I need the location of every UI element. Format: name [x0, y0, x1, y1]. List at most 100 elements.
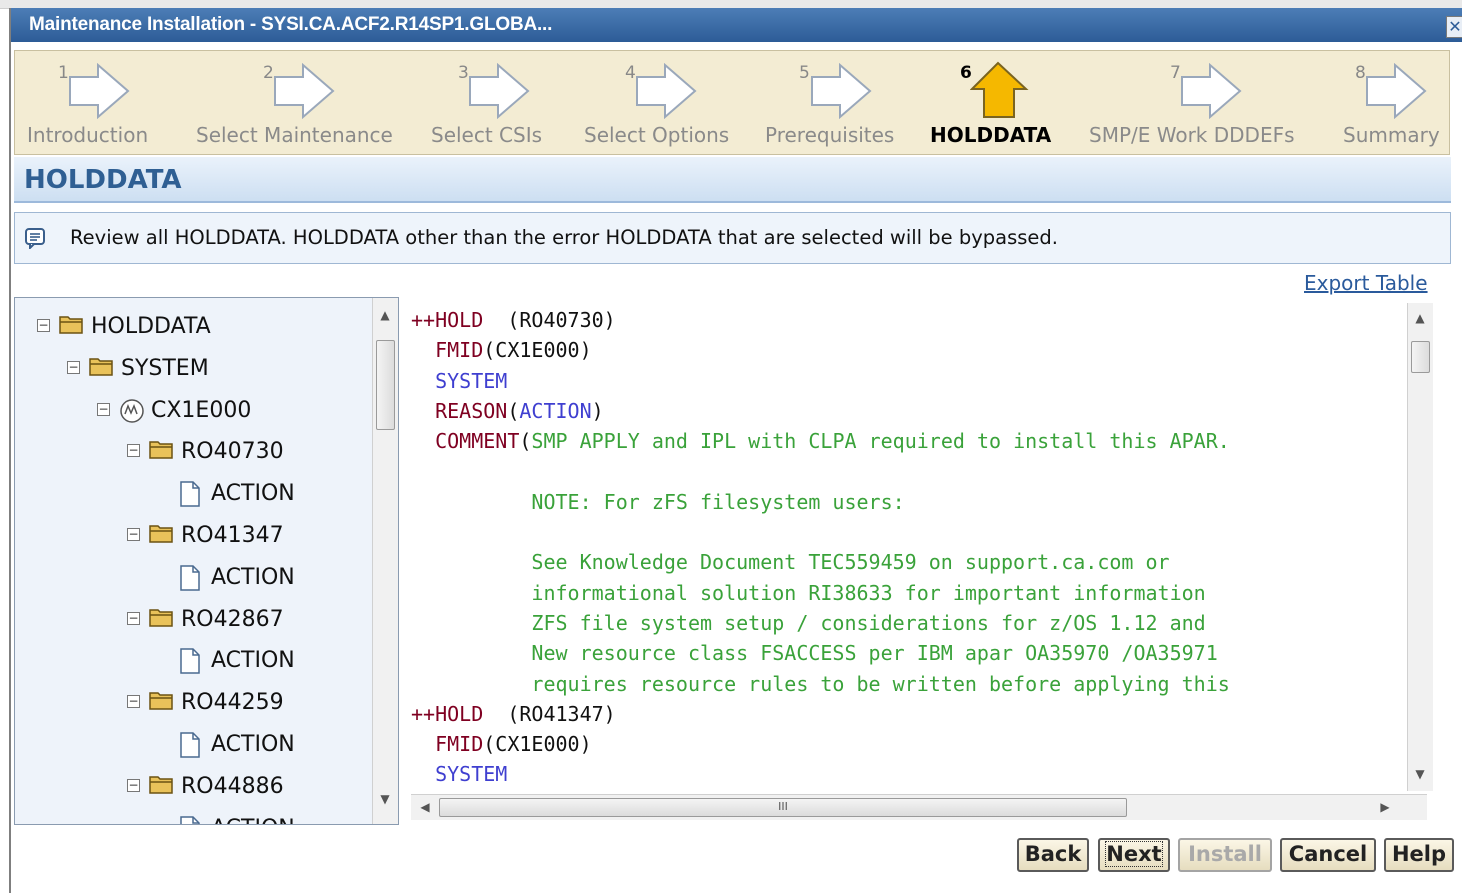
holddata-line: requires resource rules to be written be… — [411, 671, 1230, 696]
back-button[interactable]: Back — [1017, 838, 1089, 872]
holddata-line: See Knowledge Document TEC559459 on supp… — [411, 550, 1170, 575]
holddata-line: informational solution RI38633 for impor… — [411, 580, 1206, 605]
tree-node-label: SYSTEM — [121, 355, 209, 381]
holddata-line: ++HOLD (RO40730) — [411, 308, 616, 332]
scroll-thumb[interactable]: III — [439, 798, 1127, 817]
wizard-steps: 1 Introduction 2 Select Maintenance 3 Se… — [14, 50, 1450, 155]
collapse-toggle-icon[interactable]: − — [97, 402, 110, 416]
cancel-button-label: Cancel — [1288, 842, 1368, 866]
cancel-button[interactable]: Cancel — [1280, 838, 1376, 872]
step-label: Select CSIs — [431, 123, 543, 147]
holddata-line: FMID(CX1E000) — [411, 338, 592, 363]
collapse-toggle-icon[interactable]: − — [127, 528, 140, 541]
step-label: Select Maintenance — [196, 123, 393, 147]
step-label: Prerequisites — [765, 123, 895, 147]
scroll-right-icon[interactable]: ▶ — [1375, 796, 1395, 818]
collapse-toggle-icon[interactable]: − — [127, 778, 140, 792]
holddata-line: SYSTEM — [411, 762, 508, 787]
folder-icon — [149, 607, 173, 633]
collapse-toggle-icon[interactable]: − — [37, 319, 50, 332]
step-label: Introduction — [27, 123, 149, 147]
folder-icon — [89, 356, 113, 382]
document-icon — [179, 565, 201, 597]
section-header: HOLDDATA — [14, 157, 1451, 203]
tree-node-label: RO40730 — [181, 439, 284, 465]
scroll-thumb[interactable] — [376, 340, 395, 430]
folder-icon — [149, 774, 173, 800]
scroll-left-icon[interactable]: ◀ — [415, 796, 435, 818]
step-arrow-icon — [274, 63, 335, 119]
step-label: SMP/E Work DDDEFs — [1089, 123, 1295, 147]
step-arrow-icon — [811, 63, 872, 119]
back-button-label: Back — [1024, 842, 1082, 866]
window-title: Maintenance Installation - SYSI.CA.ACF2.… — [29, 14, 553, 35]
tree-vertical-scrollbar[interactable]: ▲ ▼ — [372, 298, 398, 824]
message-icon — [25, 228, 45, 249]
tree-node-label: ACTION — [211, 648, 295, 674]
tree-node-label: HOLDDATA — [91, 314, 211, 339]
install-button-label: Install — [1188, 842, 1262, 866]
holddata-text-panel[interactable]: ++HOLD (RO40730) FMID(CX1E000) SYSTEM RE… — [402, 297, 1451, 825]
document-icon — [179, 815, 201, 824]
tree-node-label: RO41347 — [181, 523, 284, 548]
text-vertical-scrollbar[interactable]: ▲ ▼ — [1407, 303, 1433, 791]
help-button[interactable]: Help — [1384, 838, 1454, 872]
scroll-down-icon[interactable]: ▼ — [1408, 763, 1432, 785]
text-horizontal-scrollbar[interactable]: ◀ III ▶ — [411, 794, 1427, 820]
scroll-down-icon[interactable]: ▼ — [373, 788, 397, 810]
tree-node-label: CX1E000 — [151, 397, 252, 423]
collapse-toggle-icon[interactable]: − — [127, 695, 140, 709]
tree-node-label: ACTION — [211, 732, 295, 757]
close-icon[interactable]: ✕ — [1446, 16, 1462, 38]
step-label: HOLDDATA — [930, 123, 1052, 147]
holddata-line — [411, 517, 1405, 547]
folder-icon — [149, 690, 173, 716]
document-icon — [179, 481, 201, 513]
tree-node-label: ACTION — [211, 564, 295, 590]
tree-node-label: RO44259 — [181, 690, 284, 716]
step-label: Select Options — [584, 123, 730, 147]
holddata-line — [411, 456, 1405, 486]
step-arrow-icon — [469, 63, 530, 119]
fmid-icon — [119, 398, 145, 430]
step-arrow-icon — [69, 63, 130, 119]
tree-node-label: ACTION — [211, 816, 295, 824]
holddata-line: NOTE: For zFS filesystem users: — [411, 489, 905, 514]
holddata-line: ZFS file system setup / considerations f… — [411, 610, 1206, 635]
info-banner: Review all HOLDDATA. HOLDDATA other than… — [14, 212, 1451, 264]
help-button-label: Help — [1391, 842, 1447, 866]
step-arrow-active-icon — [970, 61, 1029, 118]
step-arrow-icon — [1366, 63, 1427, 119]
next-button-label: Next — [1105, 841, 1163, 867]
tree-node-label: RO44886 — [181, 773, 284, 799]
holddata-line: REASON(ACTION) — [411, 398, 604, 423]
holddata-line: ++HOLD (RO41347) — [411, 701, 616, 726]
holddata-line: SYSTEM — [411, 368, 508, 393]
document-icon — [179, 648, 201, 680]
step-arrow-icon — [1181, 63, 1242, 119]
holddata-line: New resource class FSACCESS per IBM apar… — [411, 641, 1218, 666]
holddata-tree[interactable]: − HOLDDATA − SYSTEM − CX1E000 − RO40730 ACTION − R… — [14, 297, 399, 825]
next-button[interactable]: Next — [1098, 838, 1170, 872]
section-title: HOLDDATA — [24, 165, 182, 195]
step-label: Summary — [1343, 123, 1440, 147]
step-number: 5 — [799, 63, 810, 83]
scroll-up-icon[interactable]: ▲ — [373, 304, 397, 326]
folder-icon — [59, 314, 83, 340]
export-table-link[interactable]: Export Table — [1304, 271, 1428, 295]
tree-node-label: RO42867 — [181, 606, 284, 632]
collapse-toggle-icon[interactable]: − — [127, 444, 140, 458]
install-button[interactable]: Install — [1178, 838, 1272, 872]
folder-icon — [149, 523, 173, 549]
scroll-up-icon[interactable]: ▲ — [1408, 307, 1432, 329]
holddata-text: ++HOLD (RO40730) FMID(CX1E000) SYSTEM RE… — [411, 305, 1405, 793]
collapse-toggle-icon[interactable]: − — [127, 611, 140, 625]
tree-node-label: ACTION — [211, 481, 295, 507]
holddata-line: FMID(CX1E000) — [411, 732, 592, 757]
scroll-thumb[interactable] — [1411, 341, 1430, 373]
title-bar[interactable]: Maintenance Installation - SYSI.CA.ACF2.… — [11, 8, 1462, 42]
document-icon — [179, 732, 201, 764]
holddata-line: COMMENT(SMP APPLY and IPL with CLPA requ… — [411, 429, 1230, 454]
folder-icon — [149, 439, 173, 465]
collapse-toggle-icon[interactable]: − — [67, 360, 80, 374]
